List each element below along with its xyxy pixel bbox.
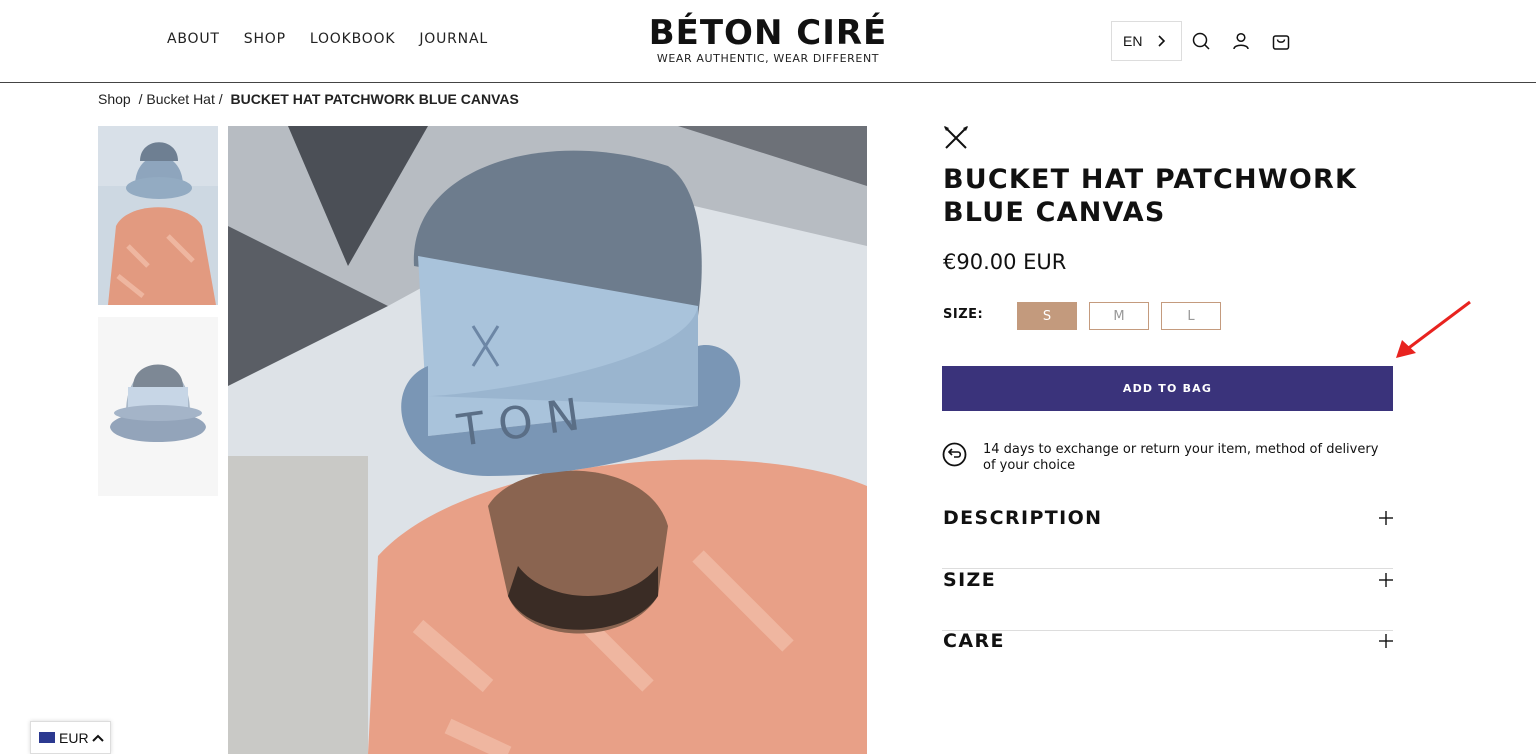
accordion-care-label: CARE <box>943 630 1005 652</box>
accordion-description-label: DESCRIPTION <box>943 507 1103 529</box>
language-selector[interactable]: EN <box>1111 21 1182 61</box>
thumbnail-hat-image <box>98 317 218 496</box>
size-option-s[interactable]: S <box>1017 302 1077 330</box>
eu-flag-icon <box>39 732 55 743</box>
accordion-care[interactable]: CARE <box>942 630 1393 692</box>
plus-icon <box>1379 511 1393 525</box>
brand-tagline: WEAR AUTHENTIC, WEAR DIFFERENT <box>656 52 880 65</box>
chevron-right-icon <box>1158 35 1166 47</box>
returns-policy-text: 14 days to exchange or return your item,… <box>983 442 1379 473</box>
breadcrumb-bucket-hat[interactable]: / Bucket Hat / <box>139 91 223 107</box>
language-code: EN <box>1123 33 1143 49</box>
brand-name: BÉTON CIRÉ <box>648 13 888 53</box>
size-option-l[interactable]: L <box>1161 302 1221 330</box>
nav-about[interactable]: ABOUT <box>167 31 220 47</box>
site-header: ABOUT SHOP LOOKBOOK JOURNAL BÉTON CIRÉ W… <box>0 0 1536 83</box>
breadcrumb: Shop / Bucket Hat / BUCKET HAT PATCHWORK… <box>98 91 523 107</box>
account-icon[interactable] <box>1231 31 1251 51</box>
plus-icon <box>1379 573 1393 587</box>
bag-icon[interactable] <box>1271 31 1291 51</box>
size-option-m[interactable]: M <box>1089 302 1149 330</box>
red-arrow-annotation <box>1396 300 1471 358</box>
nav-shop[interactable]: SHOP <box>244 31 286 47</box>
main-nav: ABOUT SHOP LOOKBOOK JOURNAL <box>167 31 512 47</box>
nav-journal[interactable]: JOURNAL <box>419 31 488 47</box>
accordion-description[interactable]: DESCRIPTION <box>942 507 1393 569</box>
breadcrumb-shop[interactable]: Shop <box>98 91 131 107</box>
product-title: BUCKET HAT PATCHWORK BLUE CANVAS <box>943 164 1358 228</box>
currency-code: EUR <box>59 729 89 746</box>
currency-selector[interactable]: EUR <box>30 721 111 754</box>
size-label: SIZE: <box>943 307 984 322</box>
product-thumbnail-1[interactable] <box>98 126 218 305</box>
thumbnail-model-image <box>98 126 218 305</box>
product-main-image[interactable]: T O N <box>228 126 867 754</box>
brand-crossed-oars-icon <box>944 126 968 149</box>
chevron-up-icon <box>92 734 104 742</box>
return-icon <box>942 442 967 467</box>
nav-lookbook[interactable]: LOOKBOOK <box>310 31 396 47</box>
search-icon[interactable] <box>1191 31 1211 51</box>
site-logo[interactable]: BÉTON CIRÉ WEAR AUTHENTIC, WEAR DIFFEREN… <box>647 14 889 65</box>
main-photo: T O N <box>228 126 867 754</box>
product-price: €90.00 EUR <box>943 250 1067 274</box>
add-to-bag-button[interactable]: ADD TO BAG <box>942 366 1393 411</box>
product-thumbnail-2[interactable] <box>98 317 218 496</box>
accordion-size[interactable]: SIZE <box>942 569 1393 631</box>
accordion-size-label: SIZE <box>943 569 997 591</box>
plus-icon <box>1379 634 1393 648</box>
breadcrumb-current: BUCKET HAT PATCHWORK BLUE CANVAS <box>230 91 519 107</box>
